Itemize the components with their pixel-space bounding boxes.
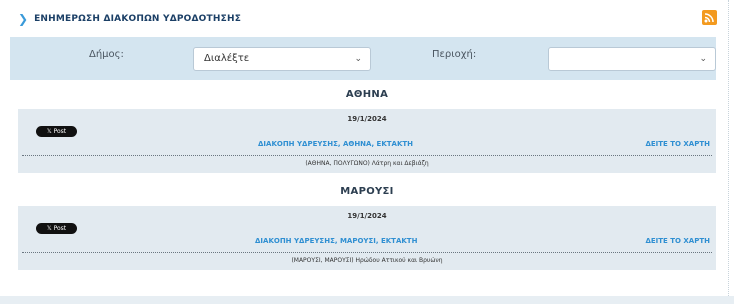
chevron-down-icon: ⌄ [699, 54, 707, 64]
outage-date: 19/1/2024 [347, 115, 387, 123]
see-map-link[interactable]: ΔΕΙΤΕ ΤΟ ΧΑΡΤΗ [645, 140, 710, 148]
municipality-select-value: Διαλέξτε [204, 53, 250, 64]
x-post-button[interactable]: 𝕏 Post [36, 126, 77, 137]
x-post-button[interactable]: 𝕏 Post [36, 223, 77, 234]
municipality-select[interactable]: Διαλέξτε ⌄ [193, 47, 371, 71]
outage-title-link[interactable]: ΔΙΑΚΟΠΗ ΥΔΡΕΥΣΗΣ, ΜΑΡΟΥΣΙ, ΕΚΤΑΚΤΗ [255, 237, 417, 245]
city-heading: ΜΑΡΟΥΣΙ [340, 186, 394, 197]
area-select[interactable]: ⌄ [548, 47, 716, 71]
section-title: ΕΝΗΜΕΡΩΣΗ ΔΙΑΚΟΠΩΝ ΥΔΡΟΔΟΤΗΣΗΣ [34, 14, 242, 24]
section-header: ❯ ΕΝΗΜΕΡΩΣΗ ΔΙΑΚΟΠΩΝ ΥΔΡΟΔΟΤΗΣΗΣ [18, 12, 241, 26]
municipality-label: Δήμος: [89, 49, 124, 60]
area-label: Περιοχή: [432, 49, 477, 60]
see-map-link[interactable]: ΔΕΙΤΕ ΤΟ ΧΑΡΤΗ [645, 237, 710, 245]
outage-description: (ΑΘΗΝΑ, ΠΟΛΥΓΩΝΟ) Λάτρη και Δεβιάζη [305, 160, 429, 167]
outage-description: (ΜΑΡΟΥΣΙ, ΜΑΡΟΥΣΙ) Ηρώδου Αττικού και Βρ… [291, 257, 443, 264]
rss-icon[interactable] [702, 10, 717, 25]
chevron-right-icon: ❯ [18, 12, 29, 26]
outage-title-link[interactable]: ΔΙΑΚΟΠΗ ΥΔΡΕΥΣΗΣ, ΑΘΗΝΑ, ΕΚΤΑΚΤΗ [258, 140, 413, 148]
outage-card: 19/1/2024 𝕏 Post ΔΙΑΚΟΠΗ ΥΔΡΕΥΣΗΣ, ΜΑΡΟΥ… [18, 206, 716, 270]
chevron-down-icon: ⌄ [354, 54, 362, 64]
footer-bar [0, 296, 734, 304]
divider [728, 0, 729, 296]
divider [22, 252, 712, 253]
divider [22, 155, 712, 156]
city-heading: ΑΘΗΝΑ [345, 89, 389, 100]
outage-date: 19/1/2024 [347, 212, 387, 220]
filter-bar: Δήμος: Διαλέξτε ⌄ Περιοχή: ⌄ [10, 37, 716, 80]
outage-card: 19/1/2024 𝕏 Post ΔΙΑΚΟΠΗ ΥΔΡΕΥΣΗΣ, ΑΘΗΝΑ… [18, 109, 716, 173]
